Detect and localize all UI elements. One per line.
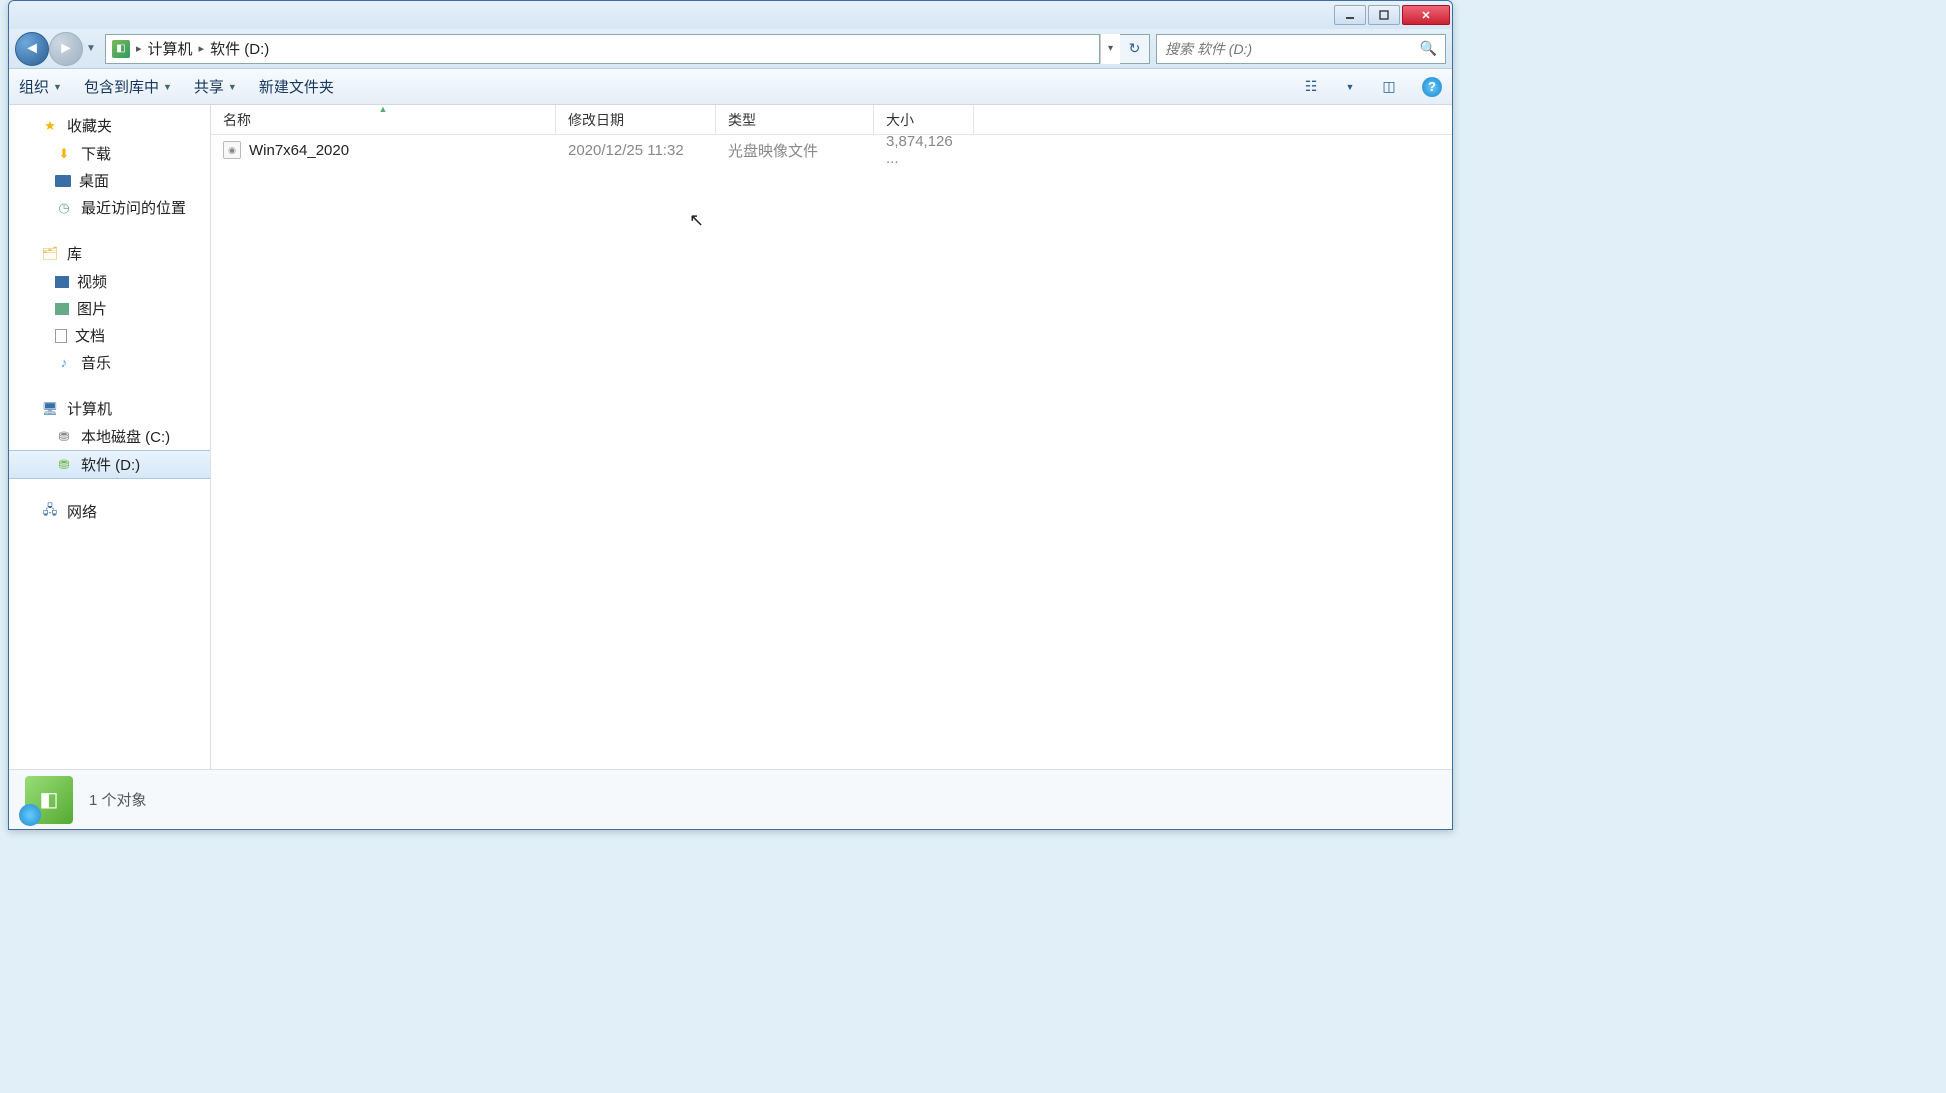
file-date-cell: 2020/12/25 11:32 bbox=[556, 142, 716, 159]
sidebar-label: 收藏夹 bbox=[67, 115, 112, 136]
sidebar-label: 网络 bbox=[67, 501, 97, 522]
refresh-button[interactable]: ↻ bbox=[1120, 34, 1150, 64]
file-list[interactable]: 名称 ▲ 修改日期 类型 大小 ◉ Win7x64_2020 2020/12/25… bbox=[211, 105, 1452, 769]
sidebar-desktop[interactable]: 桌面 bbox=[9, 167, 210, 194]
view-mode-button[interactable]: ☷ bbox=[1300, 76, 1322, 98]
breadcrumb-sep-icon: ▸ bbox=[199, 42, 205, 55]
column-type[interactable]: 类型 bbox=[716, 105, 874, 134]
library-icon: 🗂 bbox=[41, 245, 59, 263]
back-button[interactable]: ◄ bbox=[15, 32, 49, 66]
file-name-cell: ◉ Win7x64_2020 bbox=[211, 141, 556, 159]
recent-icon: ◷ bbox=[55, 199, 73, 217]
toolbar: 组织 ▼ 包含到库中 ▼ 共享 ▼ 新建文件夹 ☷ ▼ ◫ ? bbox=[9, 69, 1452, 105]
forward-button[interactable]: ► bbox=[49, 32, 83, 66]
maximize-button[interactable] bbox=[1368, 5, 1400, 25]
drive-icon: ⛃ bbox=[55, 428, 73, 446]
sidebar-recent[interactable]: ◷ 最近访问的位置 bbox=[9, 194, 210, 221]
sidebar-label: 图片 bbox=[77, 298, 107, 319]
file-name: Win7x64_2020 bbox=[249, 142, 349, 159]
sidebar-computer[interactable]: 🖥 计算机 bbox=[9, 394, 210, 423]
body: ★收藏夹 ⬇下载 桌面 ◷最近访问的位置 🗂库 视频 图片 文档 ♪音乐 🖥计算… bbox=[9, 105, 1452, 769]
sidebar-label: 音乐 bbox=[81, 352, 111, 373]
address-bar-row: ◄ ► ▼ ◧ ▸ 计算机 ▸ 软件 (D:) ▾ ↻ 🔍 bbox=[9, 29, 1452, 69]
sidebar-videos[interactable]: 视频 bbox=[9, 268, 210, 295]
address-bar[interactable]: ◧ ▸ 计算机 ▸ 软件 (D:) bbox=[105, 34, 1100, 64]
sidebar-music[interactable]: ♪ 音乐 bbox=[9, 349, 210, 376]
sidebar-downloads[interactable]: ⬇ 下载 bbox=[9, 140, 210, 167]
column-date[interactable]: 修改日期 bbox=[556, 105, 716, 134]
music-icon: ♪ bbox=[55, 354, 73, 372]
sidebar-label: 桌面 bbox=[79, 170, 109, 191]
sidebar-label: 库 bbox=[67, 243, 82, 264]
sidebar-drive-c[interactable]: ⛃ 本地磁盘 (C:) bbox=[9, 423, 210, 450]
sidebar-libraries[interactable]: 🗂库 bbox=[9, 239, 210, 268]
breadcrumb-computer[interactable]: 计算机 bbox=[148, 38, 193, 59]
sidebar-label: 计算机 bbox=[67, 398, 112, 419]
sidebar: ★收藏夹 ⬇下载 桌面 ◷最近访问的位置 🗂库 视频 图片 文档 ♪音乐 🖥计算… bbox=[9, 105, 211, 769]
nav-history-dropdown[interactable]: ▼ bbox=[83, 32, 99, 66]
chevron-down-icon: ▼ bbox=[228, 82, 237, 92]
sidebar-label: 软件 (D:) bbox=[81, 454, 140, 475]
document-icon bbox=[55, 329, 67, 343]
picture-icon bbox=[55, 303, 69, 315]
chevron-down-icon: ▼ bbox=[53, 82, 62, 92]
sidebar-network[interactable]: 🖧 网络 bbox=[9, 497, 210, 526]
iso-file-icon: ◉ bbox=[223, 141, 241, 159]
file-size-cell: 3,874,126 ... bbox=[874, 133, 974, 167]
address-dropdown[interactable]: ▾ bbox=[1100, 34, 1120, 64]
sidebar-label: 下载 bbox=[81, 143, 111, 164]
view-dropdown[interactable]: ▼ bbox=[1344, 76, 1356, 98]
newfolder-label: 新建文件夹 bbox=[259, 76, 334, 97]
organize-menu[interactable]: 组织 ▼ bbox=[19, 76, 62, 97]
download-icon: ⬇ bbox=[55, 145, 73, 163]
sidebar-label: 本地磁盘 (C:) bbox=[81, 426, 170, 447]
close-button[interactable]: ✕ bbox=[1402, 5, 1450, 25]
column-size[interactable]: 大小 bbox=[874, 105, 974, 134]
status-text: 1 个对象 bbox=[89, 789, 147, 810]
include-in-library-menu[interactable]: 包含到库中 ▼ bbox=[84, 76, 172, 97]
preview-pane-button[interactable]: ◫ bbox=[1378, 76, 1400, 98]
search-box[interactable]: 🔍 bbox=[1156, 34, 1446, 64]
drive-icon: ◧ bbox=[112, 40, 130, 58]
drive-icon: ⛃ bbox=[55, 456, 73, 474]
sidebar-favorites[interactable]: ★ 收藏夹 bbox=[9, 111, 210, 140]
titlebar: ✕ bbox=[9, 1, 1452, 29]
organize-label: 组织 bbox=[19, 76, 49, 97]
breadcrumb-sep-icon: ▸ bbox=[136, 42, 142, 55]
status-bar: ◧ 1 个对象 bbox=[9, 769, 1452, 829]
col-label: 名称 bbox=[223, 112, 251, 128]
chevron-down-icon: ▼ bbox=[163, 82, 172, 92]
computer-icon: 🖥 bbox=[41, 400, 59, 418]
search-input[interactable] bbox=[1165, 41, 1420, 57]
share-label: 共享 bbox=[194, 76, 224, 97]
sort-asc-icon: ▲ bbox=[379, 104, 388, 114]
help-button[interactable]: ? bbox=[1422, 77, 1442, 97]
drive-large-icon: ◧ bbox=[25, 776, 73, 824]
desktop-icon bbox=[55, 175, 71, 187]
sidebar-label: 视频 bbox=[77, 271, 107, 292]
nav-buttons: ◄ ► ▼ bbox=[15, 32, 99, 66]
mouse-cursor-icon: ↖ bbox=[689, 210, 704, 231]
column-headers: 名称 ▲ 修改日期 类型 大小 bbox=[211, 105, 1452, 135]
network-icon: 🖧 bbox=[41, 503, 59, 521]
sidebar-documents[interactable]: 文档 bbox=[9, 322, 210, 349]
explorer-window: ✕ ◄ ► ▼ ◧ ▸ 计算机 ▸ 软件 (D:) ▾ ↻ 🔍 组织 ▼ 包含到库… bbox=[8, 0, 1453, 830]
file-type-cell: 光盘映像文件 bbox=[716, 140, 874, 161]
file-row[interactable]: ◉ Win7x64_2020 2020/12/25 11:32 光盘映像文件 3… bbox=[211, 135, 1452, 165]
include-label: 包含到库中 bbox=[84, 76, 159, 97]
breadcrumb-current[interactable]: 软件 (D:) bbox=[210, 38, 269, 59]
sidebar-pictures[interactable]: 图片 bbox=[9, 295, 210, 322]
search-icon: 🔍 bbox=[1420, 40, 1437, 57]
column-name[interactable]: 名称 ▲ bbox=[211, 105, 556, 134]
sidebar-drive-d[interactable]: ⛃ 软件 (D:) bbox=[9, 450, 210, 479]
minimize-button[interactable] bbox=[1334, 5, 1366, 25]
share-menu[interactable]: 共享 ▼ bbox=[194, 76, 237, 97]
sidebar-label: 最近访问的位置 bbox=[81, 197, 186, 218]
new-folder-button[interactable]: 新建文件夹 bbox=[259, 76, 334, 97]
star-icon: ★ bbox=[41, 117, 59, 135]
video-icon bbox=[55, 276, 69, 288]
sidebar-label: 文档 bbox=[75, 325, 105, 346]
